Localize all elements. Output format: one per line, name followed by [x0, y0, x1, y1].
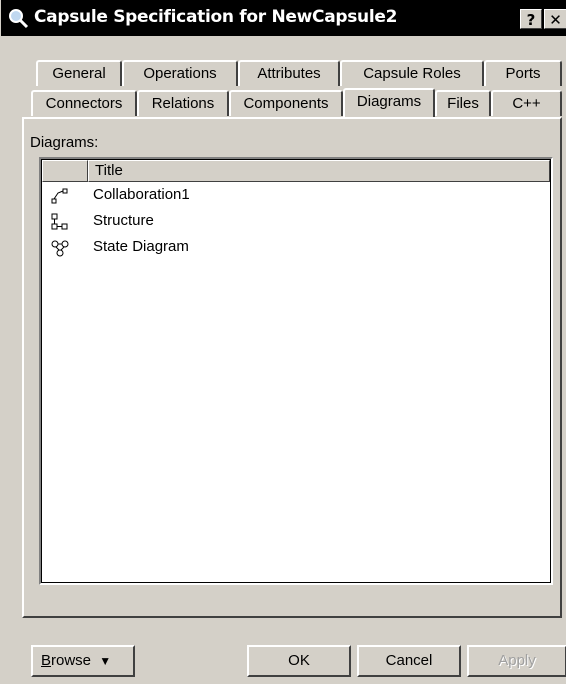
state-diagram-icon: [51, 240, 69, 257]
tab-relations[interactable]: Relations: [137, 90, 229, 116]
list-item[interactable]: State Diagram: [47, 236, 527, 260]
list-header: Title: [42, 160, 550, 182]
diagrams-list[interactable]: Title Collaboration1 Structure State Dia…: [39, 157, 553, 585]
close-button[interactable]: ✕: [544, 9, 566, 29]
diagram-title: Structure: [93, 212, 154, 229]
window-title: Capsule Specification for NewCapsule2: [34, 7, 398, 27]
title-bar[interactable]: Capsule Specification for NewCapsule2 ? …: [1, 0, 566, 36]
tab-general[interactable]: General: [36, 60, 122, 86]
cancel-button[interactable]: Cancel: [357, 645, 461, 677]
browse-button[interactable]: Browse ▼: [31, 645, 135, 677]
collaboration-diagram-icon: [51, 188, 68, 204]
list-item[interactable]: Structure: [47, 210, 527, 234]
help-button[interactable]: ?: [520, 9, 542, 29]
tab-attributes[interactable]: Attributes: [238, 60, 340, 86]
tab-operations[interactable]: Operations: [122, 60, 238, 86]
chevron-down-icon: ▼: [99, 654, 112, 668]
structure-diagram-icon: [51, 213, 68, 230]
browse-mnemonic: B: [41, 652, 52, 669]
tab-components[interactable]: Components: [229, 90, 343, 116]
tab-connectors[interactable]: Connectors: [31, 90, 137, 116]
browse-label: rowse: [51, 652, 92, 669]
diagram-title: State Diagram: [93, 238, 189, 255]
apply-button[interactable]: Apply: [467, 645, 566, 677]
tab-ports[interactable]: Ports: [484, 60, 562, 86]
magnifier-icon: [9, 9, 29, 29]
tab-capsule-roles[interactable]: Capsule Roles: [340, 60, 484, 86]
title-column-header[interactable]: Title: [88, 160, 550, 182]
icon-column-header[interactable]: [42, 160, 88, 182]
capsule-specification-dialog: Capsule Specification for NewCapsule2 ? …: [0, 0, 566, 684]
diagrams-label: Diagrams:: [30, 134, 99, 151]
list-item[interactable]: Collaboration1: [47, 184, 527, 208]
tab-diagrams[interactable]: Diagrams: [343, 88, 435, 117]
tab-cpp[interactable]: C++: [491, 90, 562, 116]
ok-button[interactable]: OK: [247, 645, 351, 677]
diagram-title: Collaboration1: [93, 186, 190, 203]
tab-files[interactable]: Files: [435, 90, 491, 116]
